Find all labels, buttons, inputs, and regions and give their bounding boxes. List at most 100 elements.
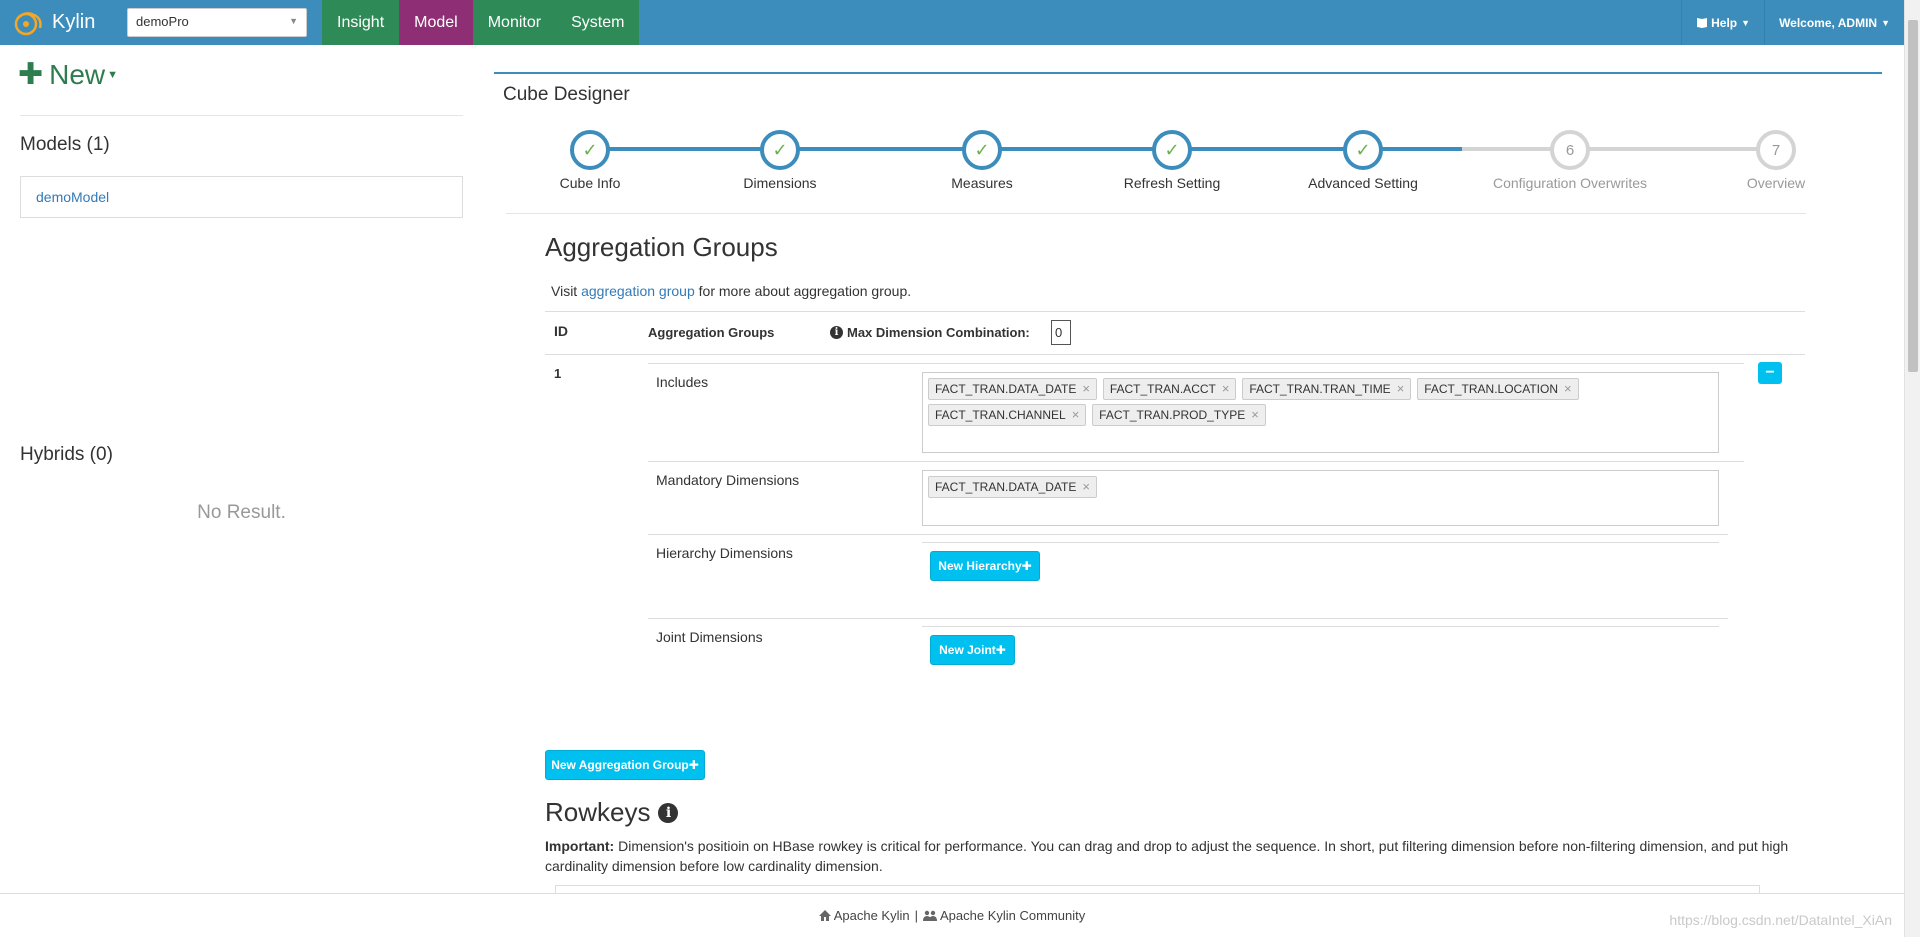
max-dimension-label: Max Dimension Combination:	[847, 325, 1030, 340]
group-row-id: 1	[554, 366, 562, 381]
remove-group-button[interactable]: −	[1758, 362, 1782, 384]
check-icon: ✓	[582, 139, 598, 160]
inner-row-border	[922, 542, 1719, 543]
include-tag: FACT_TRAN.TRAN_TIME ×	[1242, 378, 1412, 400]
table-header-border	[545, 354, 1805, 355]
new-joint-label: New Joint	[939, 643, 996, 657]
mandatory-input[interactable]: FACT_TRAN.DATA_DATE ×	[922, 470, 1719, 526]
brand-name: Kylin	[52, 11, 96, 33]
scrollbar-thumb[interactable]	[1908, 20, 1918, 372]
model-list: demoModel	[20, 176, 463, 218]
tab-model[interactable]: Model	[399, 0, 473, 45]
welcome-label: Welcome, ADMIN	[1779, 15, 1878, 30]
tab-system[interactable]: System	[556, 0, 640, 45]
new-aggregation-group-label: New Aggregation Group	[551, 758, 689, 772]
remove-tag-icon[interactable]: ×	[1564, 381, 1572, 396]
kylin-community-link[interactable]: Apache Kylin Community	[940, 908, 1085, 923]
include-tag: FACT_TRAN.DATA_DATE ×	[928, 378, 1097, 400]
tag-label: FACT_TRAN.DATA_DATE	[935, 480, 1077, 494]
page-scrollbar[interactable]	[1904, 0, 1920, 937]
help-menu[interactable]: Help ▼	[1681, 0, 1764, 45]
inner-row-border	[648, 534, 1728, 535]
rowkeys-table	[555, 885, 1760, 893]
tag-label: FACT_TRAN.ACCT	[1109, 382, 1216, 396]
new-hierarchy-button[interactable]: New Hierarchy ✚	[930, 551, 1040, 581]
watermark: https://blog.csdn.net/DataIntel_XiAn	[1669, 912, 1892, 928]
check-icon: ✓	[1355, 139, 1371, 160]
wizard-label-refresh-setting[interactable]: Refresh Setting	[1072, 175, 1272, 191]
include-tag: FACT_TRAN.LOCATION ×	[1417, 378, 1579, 400]
page-footer: Apache Kylin | Apache Kylin Community ht…	[0, 893, 1904, 937]
include-tag: FACT_TRAN.ACCT ×	[1102, 378, 1237, 400]
mandatory-tag: FACT_TRAN.DATA_DATE ×	[928, 476, 1097, 498]
wizard-label-configuration-overwrites[interactable]: Configuration Overwrites	[1470, 175, 1670, 191]
apache-kylin-link[interactable]: Apache Kylin	[834, 908, 910, 923]
wizard-label-cube-info[interactable]: Cube Info	[490, 175, 690, 191]
includes-input[interactable]: FACT_TRAN.DATA_DATE × FACT_TRAN.ACCT × FAC…	[922, 372, 1719, 453]
caret-down-icon: ▼	[107, 68, 119, 81]
remove-tag-icon[interactable]: ×	[1082, 381, 1090, 396]
visit-prefix: Visit	[551, 283, 582, 299]
hierarchy-label: Hierarchy Dimensions	[656, 545, 793, 561]
new-aggregation-group-button[interactable]: New Aggregation Group ✚	[545, 750, 705, 780]
wizard-label-measures[interactable]: Measures	[882, 175, 1082, 191]
rowkeys-title: Rowkeys i	[545, 797, 679, 828]
aggregation-group-link[interactable]: aggregation group	[581, 283, 695, 299]
book-icon	[1697, 18, 1708, 28]
remove-tag-icon[interactable]: ×	[1251, 407, 1259, 422]
remove-tag-icon[interactable]: ×	[1072, 407, 1080, 422]
table-top-border	[545, 311, 1805, 312]
caret-down-icon: ▼	[1741, 17, 1751, 28]
wizard-step-cube-info[interactable]: ✓	[570, 130, 610, 170]
tag-label: FACT_TRAN.DATA_DATE	[935, 382, 1077, 396]
nav-right: Help ▼ Welcome, ADMIN ▼	[1681, 0, 1904, 45]
wizard-progress-done	[590, 147, 1462, 151]
wizard-label-overview[interactable]: Overview	[1676, 175, 1876, 191]
sidebar-divider	[20, 115, 463, 116]
remove-tag-icon[interactable]: ×	[1397, 381, 1405, 396]
home-icon	[818, 910, 831, 921]
new-joint-button[interactable]: New Joint ✚	[930, 635, 1015, 665]
rowkeys-title-text: Rowkeys	[545, 797, 651, 827]
footer-separator: |	[914, 908, 919, 923]
column-header-id: ID	[554, 323, 568, 339]
wizard-label-dimensions[interactable]: Dimensions	[680, 175, 880, 191]
info-icon[interactable]: i	[658, 802, 679, 823]
plus-icon: ✚	[18, 58, 44, 91]
mandatory-label: Mandatory Dimensions	[656, 472, 800, 488]
remove-tag-icon[interactable]: ×	[1082, 479, 1090, 494]
info-icon[interactable]: i	[830, 326, 843, 339]
wizard-label-advanced-setting[interactable]: Advanced Setting	[1263, 175, 1463, 191]
brand[interactable]: Kylin	[0, 0, 118, 45]
inner-row-border	[648, 461, 1744, 462]
minus-icon: −	[1765, 364, 1775, 381]
wizard-step-refresh-setting[interactable]: ✓	[1152, 130, 1192, 170]
wizard-step-dimensions[interactable]: ✓	[760, 130, 800, 170]
model-link[interactable]: demoModel	[36, 189, 109, 205]
wizard-step-configuration-overwrites[interactable]: 6	[1550, 130, 1590, 170]
plus-icon: ✚	[688, 758, 699, 772]
wizard-step-measures[interactable]: ✓	[962, 130, 1002, 170]
tag-label: FACT_TRAN.CHANNEL	[935, 408, 1066, 422]
hybrids-empty: No Result.	[197, 502, 286, 523]
tab-monitor[interactable]: Monitor	[472, 0, 557, 45]
max-dimension-input[interactable]: 0	[1051, 320, 1071, 345]
important-label: Important:	[545, 838, 615, 854]
remove-tag-icon[interactable]: ×	[1222, 381, 1230, 396]
includes-label: Includes	[656, 374, 709, 390]
check-icon: ✓	[1164, 139, 1180, 160]
wizard-progress-remaining	[1462, 147, 1776, 151]
tab-insight[interactable]: Insight	[322, 0, 400, 45]
project-select[interactable]: demoPro ▼	[127, 8, 307, 37]
chevron-down-icon: ▼	[289, 16, 298, 26]
wizard-step-advanced-setting[interactable]: ✓	[1343, 130, 1383, 170]
aggregation-help-text: Visit aggregation group for more about a…	[551, 283, 911, 299]
rowkeys-description: Important: Dimension's positioin on HBas…	[545, 836, 1795, 876]
hybrids-title: Hybrids (0)	[20, 444, 113, 465]
new-button[interactable]: ✚ New ▼	[18, 57, 118, 92]
nav-tabs: Insight Model Monitor System	[322, 0, 640, 45]
wizard-step-overview[interactable]: 7	[1756, 130, 1796, 170]
user-menu[interactable]: Welcome, ADMIN ▼	[1764, 0, 1904, 45]
tag-label: FACT_TRAN.PROD_TYPE	[1099, 408, 1246, 422]
plus-icon: ✚	[995, 643, 1006, 657]
